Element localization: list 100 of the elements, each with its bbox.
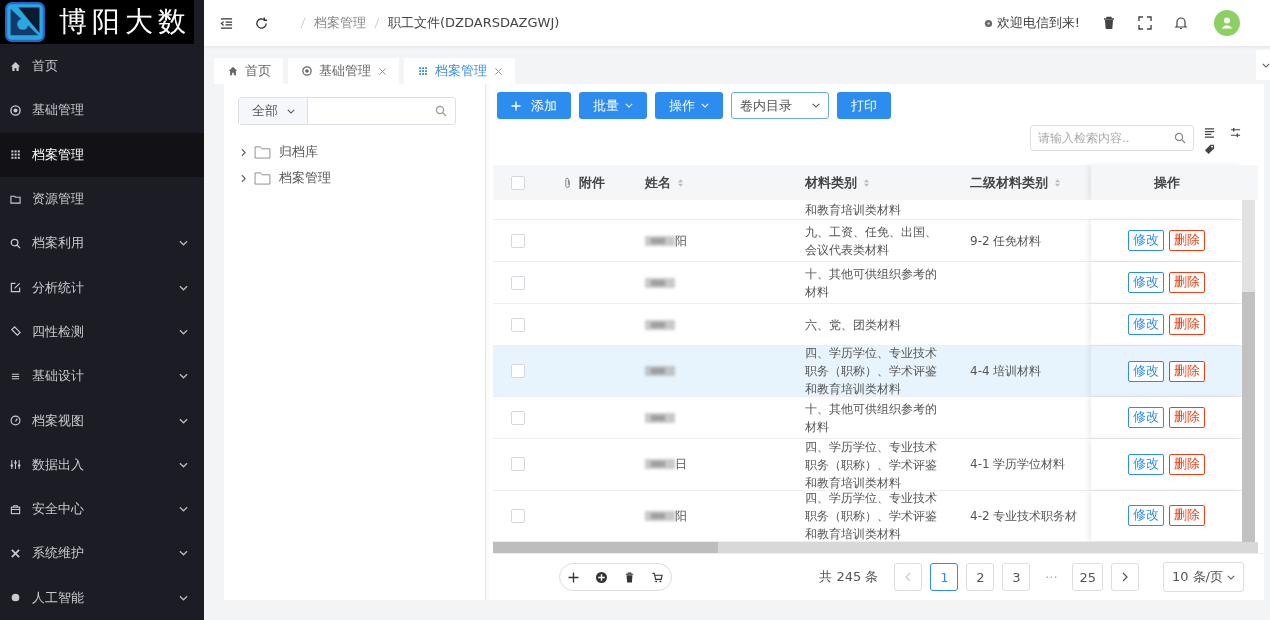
chevron-icon xyxy=(179,240,188,247)
gauge-icon xyxy=(10,415,21,426)
tag-icon[interactable] xyxy=(1204,143,1215,154)
sidebar-item[interactable]: 分析统计 xyxy=(0,265,204,310)
edit-button[interactable]: 修改 xyxy=(1128,230,1164,251)
tab[interactable]: 档案管理 xyxy=(404,58,515,84)
breadcrumb-item[interactable]: 档案管理 xyxy=(314,14,366,32)
column-header: 操作 xyxy=(1153,173,1180,192)
sidebar-item[interactable]: 四性检测 xyxy=(0,309,204,355)
sidebar-item[interactable]: 人工智能 xyxy=(0,575,204,620)
row-checkbox[interactable] xyxy=(511,364,525,379)
close-icon[interactable] xyxy=(378,66,387,76)
sort-icon[interactable] xyxy=(1054,177,1061,188)
cart-icon[interactable] xyxy=(652,571,663,583)
trash-icon[interactable] xyxy=(1102,16,1116,30)
edit-button[interactable]: 修改 xyxy=(1128,314,1164,335)
column-header[interactable]: 姓名 xyxy=(645,173,671,192)
sidebar-item[interactable]: 档案视图 xyxy=(0,398,204,443)
tag-icon xyxy=(10,326,21,338)
edit-button[interactable]: 修改 xyxy=(1128,454,1164,475)
fullscreen-icon[interactable] xyxy=(1138,16,1152,30)
chevron-icon xyxy=(179,461,188,468)
next-page-button[interactable] xyxy=(1110,563,1139,591)
avatar-icon[interactable] xyxy=(1214,10,1240,36)
collapse-menu-icon[interactable] xyxy=(220,16,233,30)
select-all-checkbox[interactable] xyxy=(511,175,525,190)
chevron-icon xyxy=(179,594,188,601)
delete-button[interactable]: 删除 xyxy=(1169,454,1205,475)
expand-icon xyxy=(241,147,246,157)
delete-button[interactable]: 删除 xyxy=(1169,505,1205,527)
sidebar-item[interactable]: 首页 xyxy=(0,44,204,89)
aperture-icon xyxy=(10,104,21,116)
tab-scroll-button[interactable] xyxy=(1256,50,1270,80)
plus-icon[interactable] xyxy=(568,571,579,583)
page-button[interactable]: 25 xyxy=(1072,563,1103,591)
row-checkbox[interactable] xyxy=(511,317,525,332)
chevron-icon xyxy=(179,417,188,424)
sliders-icon[interactable] xyxy=(1230,127,1241,138)
refresh-icon[interactable] xyxy=(255,16,268,30)
edit-button[interactable]: 修改 xyxy=(1128,505,1164,527)
trash-icon[interactable] xyxy=(624,571,635,583)
table-cell-text: 和教育培训类材料 xyxy=(805,201,902,219)
table-cell-text: 十、其他可供组织参考的材料 xyxy=(805,265,938,301)
sidebar-item[interactable]: 档案管理 xyxy=(0,132,204,177)
bell-icon[interactable] xyxy=(1174,16,1188,30)
total-count: 共 245 条 xyxy=(819,568,879,586)
table-cell-text: 9-2 任免材料 xyxy=(970,232,1042,250)
list-icon[interactable] xyxy=(1204,127,1215,138)
previous-page-button[interactable] xyxy=(894,563,923,591)
sidebar-item[interactable]: 基础设计 xyxy=(0,354,204,399)
tree-node[interactable]: 档案管理 xyxy=(238,165,485,191)
chevron-right-icon xyxy=(1121,572,1128,582)
caret-icon xyxy=(1227,574,1235,580)
tree-node[interactable]: 归档库 xyxy=(238,139,485,165)
sidebar-item[interactable]: 资源管理 xyxy=(0,176,204,222)
search-field[interactable]: 请输入检索内容.. xyxy=(1030,125,1194,151)
sidebar-item[interactable]: 系统维护 xyxy=(0,531,204,576)
table-cell-text: 四、学历学位、专业技术职务（职称）、学术评鉴和教育培训类材料 xyxy=(805,345,938,399)
row-checkbox[interactable] xyxy=(511,457,525,472)
sort-icon[interactable] xyxy=(863,177,870,188)
table-cell-text: 阳 xyxy=(675,232,687,250)
page-button[interactable]: 2 xyxy=(966,563,995,591)
sort-icon[interactable] xyxy=(677,177,684,188)
close-icon[interactable] xyxy=(494,66,503,76)
sidebar-item[interactable]: 数据出入 xyxy=(0,442,204,487)
table-cell-text: 日 xyxy=(675,456,687,474)
edit-button[interactable]: 修改 xyxy=(1128,360,1164,382)
delete-button[interactable]: 删除 xyxy=(1169,230,1205,251)
edit-button[interactable]: 修改 xyxy=(1128,407,1164,429)
folder-icon xyxy=(254,171,271,185)
sidebar-item[interactable]: 档案利用 xyxy=(0,221,204,266)
column-header[interactable]: 二级材料类别 xyxy=(970,173,1048,192)
delete-button[interactable]: 删除 xyxy=(1169,314,1205,335)
delete-button[interactable]: 删除 xyxy=(1169,272,1205,293)
tab[interactable]: 首页 xyxy=(214,58,283,84)
page-button[interactable]: 3 xyxy=(1002,563,1031,591)
scrollbar-thumb[interactable] xyxy=(493,542,718,553)
table-cell-text: 四、学历学位、专业技术职务（职称）、学术评鉴和教育培训类材料 xyxy=(805,438,938,492)
sidebar-item[interactable]: 基础管理 xyxy=(0,88,204,133)
row-checkbox[interactable] xyxy=(511,410,525,425)
table-cell-text: 4-4 培训材料 xyxy=(970,363,1042,381)
sidebar-item[interactable]: 安全中心 xyxy=(0,486,204,532)
caret-icon xyxy=(701,103,709,108)
directory-select[interactable]: 卷内目录 xyxy=(731,92,829,119)
page-size-select[interactable]: 10 条/页 xyxy=(1162,562,1244,592)
edit-button[interactable]: 修改 xyxy=(1128,272,1164,293)
column-header[interactable]: 材料类别 xyxy=(805,173,857,192)
tab[interactable]: 基础管理 xyxy=(288,58,399,84)
delete-button[interactable]: 删除 xyxy=(1169,360,1205,382)
logo-text: 博阳大数 xyxy=(59,4,191,40)
folder-icon xyxy=(254,145,271,159)
tools-icon xyxy=(10,547,21,559)
add-circle-icon[interactable] xyxy=(596,571,607,583)
row-checkbox[interactable] xyxy=(511,275,525,290)
edit-icon xyxy=(10,282,21,294)
logo-icon xyxy=(5,2,45,42)
row-checkbox[interactable] xyxy=(511,233,525,248)
delete-button[interactable]: 删除 xyxy=(1169,407,1205,429)
scrollbar-thumb[interactable] xyxy=(1242,292,1255,542)
row-checkbox[interactable] xyxy=(511,508,525,523)
